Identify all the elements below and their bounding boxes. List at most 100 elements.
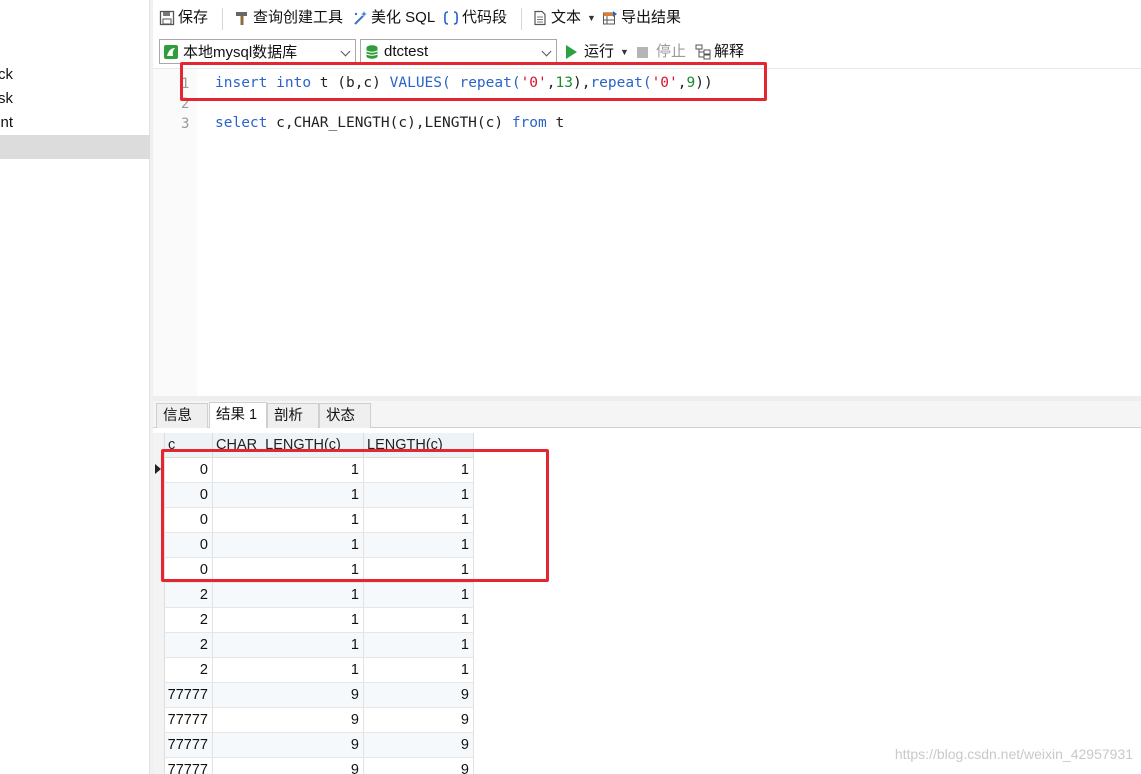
table-cell[interactable]: 77777: [165, 708, 213, 733]
table-cell[interactable]: 1: [213, 583, 364, 608]
table-cell[interactable]: 1: [213, 483, 364, 508]
code-snippet-icon: [443, 10, 459, 26]
table-cell[interactable]: 2: [165, 583, 213, 608]
table-cell[interactable]: 9: [364, 758, 474, 774]
table-cell[interactable]: 0: [165, 558, 213, 583]
table-cell[interactable]: 2: [165, 608, 213, 633]
table-cell[interactable]: 1: [364, 533, 474, 558]
result-tab-bar: 信息 结果 1 剖析 状态: [153, 401, 1141, 428]
export-results-button[interactable]: 导出结果: [602, 7, 681, 29]
run-label: 运行: [584, 43, 615, 60]
sidebar-item[interactable]: nt: [0, 111, 150, 135]
sidebar-item-label: ck: [0, 66, 13, 83]
text-mode-button[interactable]: 文本 ▼: [532, 7, 596, 29]
mysql-connection-icon: [163, 44, 179, 60]
sql-editor[interactable]: 1 2 3 insert into t (b,c) VALUES( repeat…: [153, 68, 1141, 397]
text-mode-label: 文本: [551, 9, 582, 26]
magic-wand-icon: [352, 10, 368, 26]
column-header-char-length[interactable]: CHAR_LENGTH(c): [213, 433, 364, 458]
tab-profile[interactable]: 剖析: [267, 403, 319, 428]
beautify-sql-button[interactable]: 美化 SQL: [352, 7, 435, 29]
table-cell[interactable]: 2: [165, 658, 213, 683]
table-cell[interactable]: 1: [364, 508, 474, 533]
save-button[interactable]: 保存: [159, 7, 208, 29]
table-cell[interactable]: 9: [213, 758, 364, 774]
column-header-c[interactable]: c: [165, 433, 213, 458]
table-cell[interactable]: 9: [213, 708, 364, 733]
object-sidebar: ck ask nt: [0, 0, 150, 774]
table-cell[interactable]: 77777: [165, 758, 213, 774]
explain-tree-icon: [695, 44, 711, 60]
table-cell[interactable]: 1: [213, 458, 364, 483]
code-area[interactable]: insert into t (b,c) VALUES( repeat('0',1…: [197, 69, 1141, 397]
stop-button[interactable]: 停止: [637, 41, 686, 63]
run-button[interactable]: 运行 ▼: [566, 41, 629, 63]
table-cell[interactable]: 1: [213, 558, 364, 583]
connection-select[interactable]: 本地mysql数据库: [159, 39, 356, 64]
explain-label: 解释: [714, 43, 745, 60]
table-cell[interactable]: 1: [364, 583, 474, 608]
table-cell[interactable]: 1: [213, 533, 364, 558]
export-table-icon: [602, 10, 618, 26]
table-cell[interactable]: 1: [364, 608, 474, 633]
table-cell[interactable]: 1: [364, 658, 474, 683]
sidebar-item-label: ask: [0, 90, 13, 107]
table-cell[interactable]: 1: [364, 483, 474, 508]
toolbar-separator: [521, 8, 522, 30]
toolbar-separator: [222, 8, 223, 30]
export-results-label: 导出结果: [621, 9, 682, 26]
column-header-length[interactable]: LENGTH(c): [364, 433, 474, 458]
chevron-down-icon: [541, 46, 552, 57]
database-icon: [364, 44, 380, 60]
save-icon: [159, 10, 175, 26]
table-cell[interactable]: 2: [165, 633, 213, 658]
tab-result-1[interactable]: 结果 1: [209, 402, 267, 428]
table-cell[interactable]: 0: [165, 533, 213, 558]
code-snippet-button[interactable]: 代码段: [443, 7, 507, 29]
result-grid[interactable]: c CHAR_LENGTH(c) LENGTH(c) 0110110110110…: [153, 428, 1141, 774]
dropdown-caret-icon: ▼: [587, 13, 596, 23]
table-cell[interactable]: 9: [364, 733, 474, 758]
watermark: https://blog.csdn.net/weixin_42957931: [894, 746, 1133, 762]
sidebar-item-selected[interactable]: [0, 135, 150, 159]
table-cell[interactable]: 9: [364, 708, 474, 733]
query-builder-button[interactable]: 查询创建工具: [234, 7, 343, 29]
table-cell[interactable]: 77777: [165, 733, 213, 758]
document-icon: [532, 10, 548, 26]
table-cell[interactable]: 1: [364, 558, 474, 583]
table-cell[interactable]: 1: [213, 658, 364, 683]
table-cell[interactable]: 1: [213, 608, 364, 633]
chevron-down-icon: [340, 46, 351, 57]
table-cell[interactable]: 9: [213, 733, 364, 758]
database-value: dtctest: [384, 43, 429, 60]
sidebar-item[interactable]: ask: [0, 87, 150, 111]
hammer-icon: [234, 10, 250, 26]
query-toolbar: 保存 查询创建工具 美化 SQL 代码段 文本 ▼ 导出结果: [153, 0, 1141, 36]
table-cell[interactable]: 9: [213, 683, 364, 708]
database-select[interactable]: dtctest: [360, 39, 557, 64]
stop-label: 停止: [656, 43, 687, 60]
code-line-1: insert into t (b,c) VALUES( repeat('0',1…: [215, 75, 713, 91]
dropdown-caret-icon: ▼: [620, 47, 629, 57]
run-play-icon: [566, 45, 577, 59]
table-cell[interactable]: 1: [213, 508, 364, 533]
table-cell[interactable]: 0: [165, 483, 213, 508]
table-cell[interactable]: 1: [364, 633, 474, 658]
current-row-marker-icon: [155, 464, 161, 474]
table-cell[interactable]: 9: [364, 683, 474, 708]
table-cell[interactable]: 1: [364, 458, 474, 483]
code-line-3: select c,CHAR_LENGTH(c),LENGTH(c) from t: [215, 115, 565, 131]
line-number: 1: [181, 76, 190, 92]
tab-status[interactable]: 状态: [319, 403, 371, 428]
sidebar-item-label: nt: [0, 114, 13, 131]
save-label: 保存: [178, 9, 209, 26]
table-cell[interactable]: 0: [165, 508, 213, 533]
table-cell[interactable]: 1: [213, 633, 364, 658]
explain-button[interactable]: 解释: [695, 41, 744, 63]
sidebar-item[interactable]: ck: [0, 63, 150, 87]
table-cell[interactable]: 77777: [165, 683, 213, 708]
tab-info[interactable]: 信息: [156, 403, 208, 428]
connection-toolbar: 本地mysql数据库 dtctest 运行 ▼ 停止 解释: [153, 36, 1141, 68]
table-cell[interactable]: 0: [165, 458, 213, 483]
code-snippet-label: 代码段: [462, 9, 508, 26]
